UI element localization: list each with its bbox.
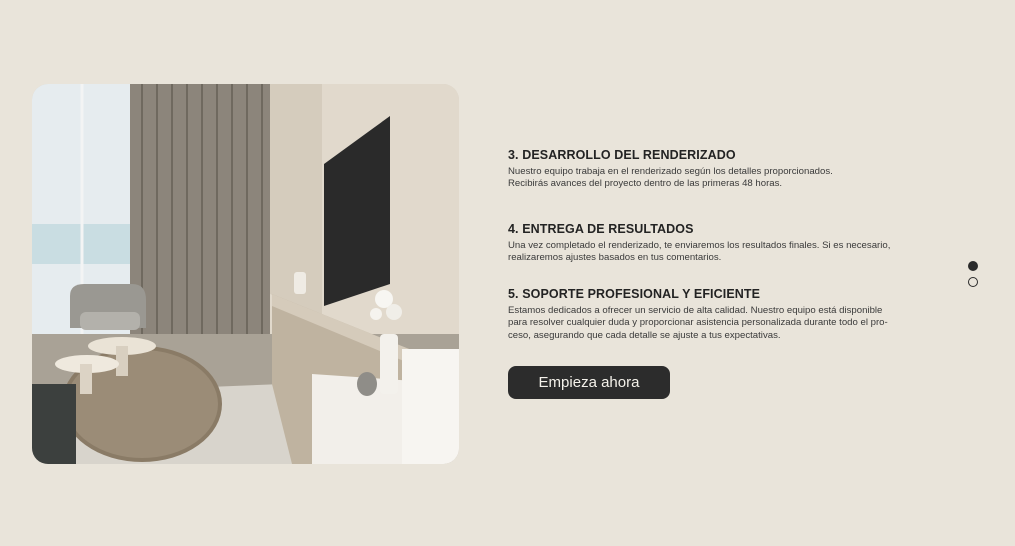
step-rendering-development: 3. DESARROLLO DEL RENDERIZADO Nuestro eq…: [508, 148, 833, 191]
step-description: Nuestro equipo trabaja en el renderizado…: [508, 166, 833, 191]
interior-render-image: [32, 84, 459, 464]
step-line: Recibirás avances del proyecto dentro de…: [508, 178, 783, 190]
pager-dot-1[interactable]: [968, 261, 978, 271]
living-room-illustration: [32, 84, 459, 464]
step-professional-support: 5. SOPORTE PROFESIONAL Y EFICIENTE Estam…: [508, 287, 888, 342]
step-line: Estamos dedicados a ofrecer un servicio …: [508, 305, 883, 316]
step-line: Nuestro equipo trabaja en el renderizado…: [508, 166, 833, 177]
step-description: Estamos dedicados a ofrecer un servicio …: [508, 305, 888, 342]
step-title: 3. DESARROLLO DEL RENDERIZADO: [508, 148, 736, 162]
step-title: 4. ENTREGA DE RESULTADOS: [508, 222, 694, 236]
step-title: 5. SOPORTE PROFESIONAL Y EFICIENTE: [508, 287, 761, 301]
start-now-button[interactable]: Empieza ahora: [508, 366, 670, 399]
step-description: Una vez completado el renderizado, te en…: [508, 240, 890, 265]
step-results-delivery: 4. ENTREGA DE RESULTADOS Una vez complet…: [508, 222, 890, 265]
step-line: ceso, asegurando que cada detalle se aju…: [508, 329, 781, 341]
step-line: realizaremos ajustes basados en tus come…: [508, 252, 722, 264]
step-line: Una vez completado el renderizado, te en…: [508, 240, 891, 251]
step-line: para resolver cualquier duda y proporcio…: [508, 317, 888, 329]
slide-pager: [968, 261, 978, 287]
pager-dot-2[interactable]: [968, 277, 978, 287]
